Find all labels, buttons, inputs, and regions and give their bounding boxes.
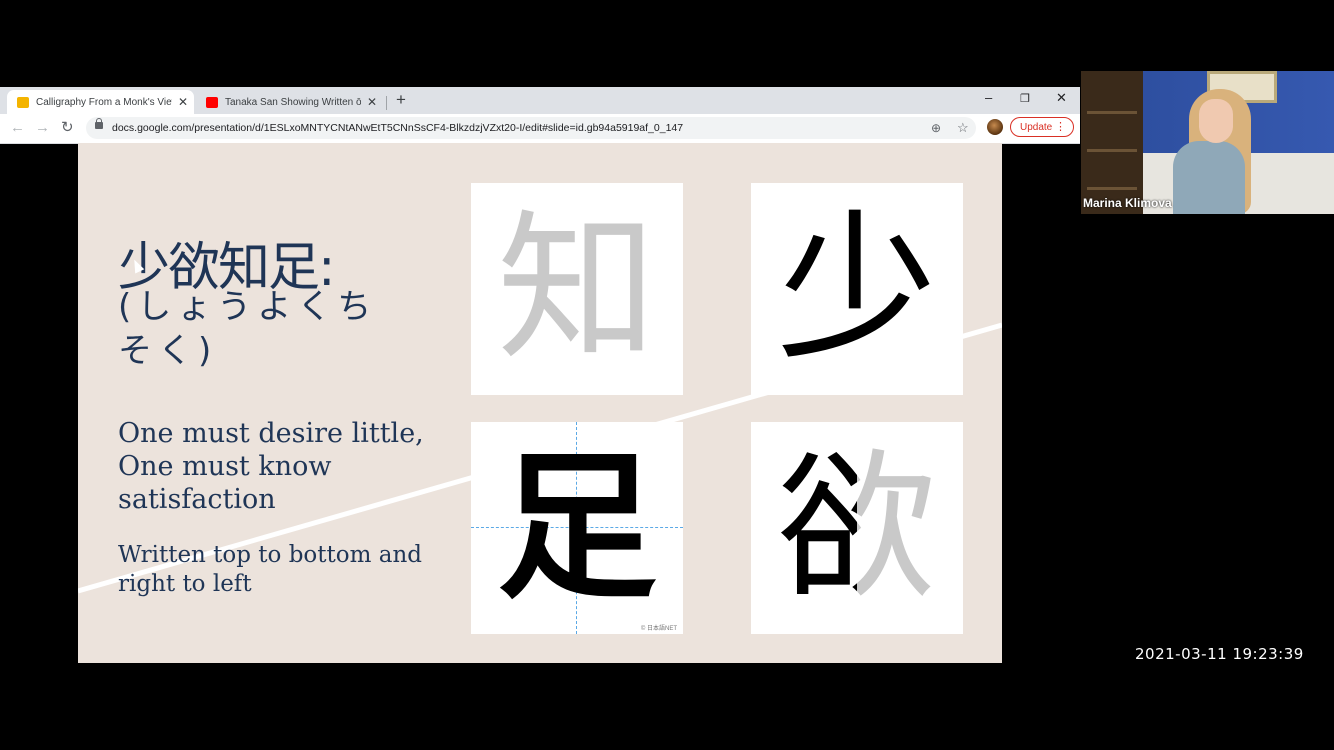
zoom-icon[interactable]: ⊕	[931, 121, 941, 135]
forward-arrow-icon[interactable]: →	[35, 119, 50, 136]
menu-dots-icon[interactable]: ⋮	[1055, 120, 1066, 133]
shelf	[1087, 187, 1137, 190]
restore-button[interactable]: ❐	[1020, 92, 1030, 105]
kanji-card-chi: 知	[471, 183, 683, 395]
kanji-glyph: 少	[776, 195, 937, 382]
kanji-card-shou: 少	[751, 183, 963, 395]
image-credit: © 日本語NET	[640, 626, 677, 632]
tab-title: Tanaka San Showing Written ōkyo	[225, 96, 361, 108]
slide-meaning: One must desire little, One must know sa…	[118, 418, 424, 515]
profile-avatar[interactable]	[987, 119, 1003, 135]
google-slides-icon	[17, 96, 29, 108]
webcam-video: Marina Klimova	[1081, 71, 1334, 214]
browser-toolbar: ← → ↻ docs.google.com/presentation/d/1ES…	[0, 114, 1080, 144]
slide-reading: (しょうよくちそく)	[118, 287, 378, 371]
browser-window: Calligraphy From a Monk's View ✕ Tanaka …	[0, 87, 1080, 144]
close-window-button[interactable]: ✕	[1056, 90, 1067, 106]
close-tab-icon[interactable]: ✕	[367, 95, 377, 109]
recording-timestamp: 2021-03-11 19:23:39	[1135, 645, 1304, 663]
tab-calligraphy[interactable]: Calligraphy From a Monk's View ✕	[7, 90, 194, 114]
update-label: Update	[1020, 121, 1053, 133]
participant-face	[1199, 99, 1233, 143]
close-tab-icon[interactable]: ✕	[178, 95, 188, 109]
update-button[interactable]: Update ⋮	[1010, 117, 1074, 137]
participant-name: Marina Klimova	[1083, 196, 1172, 210]
kanji-card-yoku: 欲 欲	[751, 422, 963, 634]
kanji-glyph: 足	[496, 434, 657, 621]
youtube-icon	[206, 96, 218, 108]
kanji-card-soku: 足 © 日本語NET	[471, 422, 683, 634]
shelf	[1087, 149, 1137, 152]
minimize-button[interactable]: –	[985, 90, 992, 105]
star-bookmark-icon[interactable]: ☆	[957, 120, 969, 136]
url-text: docs.google.com/presentation/d/1ESLxoMNT…	[112, 122, 684, 134]
shelf	[1087, 111, 1137, 114]
webcam-shelf-area	[1081, 71, 1143, 214]
new-tab-button[interactable]: +	[396, 90, 406, 110]
back-arrow-icon[interactable]: ←	[10, 119, 25, 136]
kanji-glyph: 知	[496, 195, 657, 382]
presentation-slide: 少欲知足: (しょうよくちそく) One must desire little,…	[78, 143, 1002, 663]
tab-title: Calligraphy From a Monk's View	[36, 96, 172, 108]
tab-separator	[386, 96, 387, 110]
participant-body	[1173, 141, 1245, 214]
address-bar[interactable]: docs.google.com/presentation/d/1ESLxoMNT…	[86, 117, 976, 139]
lock-icon	[95, 118, 103, 129]
tab-strip: Calligraphy From a Monk's View ✕ Tanaka …	[0, 87, 1080, 114]
tab-tanaka[interactable]: Tanaka San Showing Written ōkyo ✕	[196, 90, 383, 114]
slide-note: Written top to bottom and right to left	[118, 542, 422, 597]
reload-icon[interactable]: ↻	[61, 118, 74, 136]
